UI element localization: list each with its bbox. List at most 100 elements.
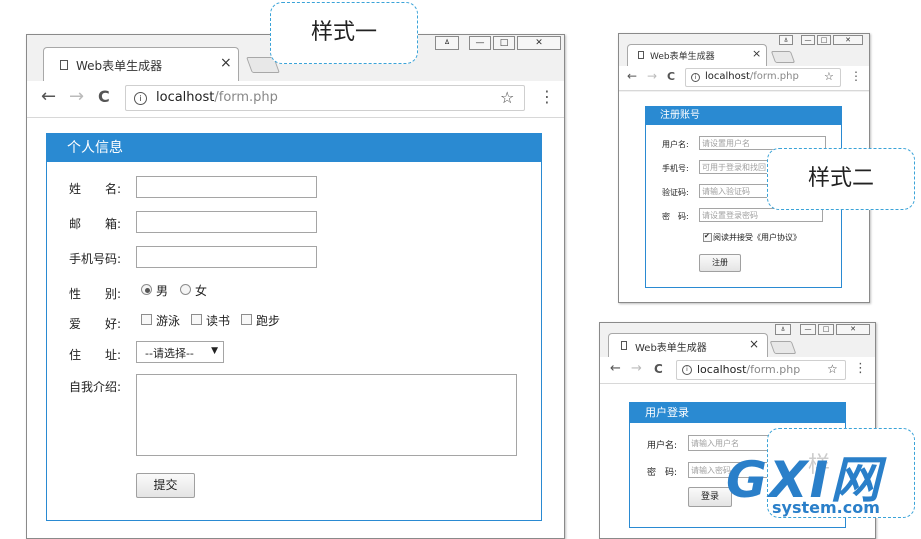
agree-checkbox[interactable]: ✔ (703, 232, 712, 242)
info-icon[interactable]: i (682, 365, 692, 375)
gender-female-label: 女 (195, 284, 208, 298)
browser-menu-icon[interactable]: ⋮ (850, 69, 862, 83)
address-select[interactable]: --请选择-- ▼ (136, 341, 224, 363)
gender-male-label: 男 (156, 284, 169, 298)
new-tab-button[interactable] (770, 51, 796, 63)
window-minimize-button[interactable]: — (800, 324, 816, 335)
email-input[interactable] (136, 211, 317, 233)
back-icon[interactable]: ← (41, 86, 56, 107)
window-maximize-button[interactable]: □ (493, 36, 515, 50)
address-bar[interactable]: i localhost/form.php ☆ (125, 85, 525, 111)
window-maximize-button[interactable]: □ (817, 35, 831, 45)
window-user-button[interactable]: ㅿ (435, 36, 459, 50)
new-tab-button[interactable] (769, 341, 797, 354)
tab-title: Web表单生成器 (76, 59, 163, 73)
tab-close-icon[interactable]: × (220, 55, 232, 71)
url-path: /form.php (746, 363, 801, 376)
back-icon[interactable]: ← (610, 361, 621, 376)
gender-label: 性 别: (69, 287, 122, 301)
browser-toolbar: ← → C i localhost/form.php ☆ ⋮ (600, 357, 875, 384)
browser-tab[interactable]: Web表单生成器 × (43, 47, 239, 81)
name-label: 姓 名: (69, 182, 122, 196)
watermark-domain: system.com (772, 498, 880, 517)
window-minimize-button[interactable]: — (801, 35, 815, 45)
browser-tab[interactable]: Web表单生成器 × (608, 333, 768, 357)
username-placeholder: 请设置用户名 (702, 139, 750, 148)
reload-icon[interactable]: C (654, 362, 663, 376)
phone-input[interactable] (136, 246, 317, 268)
password-input[interactable]: 请设置登录密码 (699, 208, 823, 222)
reload-icon[interactable]: C (667, 70, 675, 83)
form-header: 注册账号 (646, 107, 841, 125)
url-text: localhost/form.php (156, 90, 278, 105)
browser-window-style1: ㅿ — □ ✕ Web表单生成器 × ← → C i localhost/for… (26, 34, 565, 539)
browser-tab[interactable]: Web表单生成器 × (627, 44, 767, 66)
window-user-button[interactable]: ㅿ (779, 35, 793, 45)
hobby-read-label: 读书 (206, 314, 231, 328)
back-icon[interactable]: ← (627, 69, 637, 83)
personal-info-form: 个人信息 姓 名: 邮 箱: 手机号码: 性 别: 男 女 爱 好: 游泳 读书… (46, 133, 542, 521)
code-placeholder: 请输入验证码 (702, 187, 750, 196)
url-host: localhost (705, 71, 750, 82)
window-close-button[interactable]: ✕ (833, 35, 863, 45)
url-path: /form.php (214, 90, 278, 105)
hobby-read-checkbox[interactable] (191, 314, 202, 325)
register-button[interactable]: 注册 (699, 254, 741, 272)
info-icon[interactable]: i (134, 92, 147, 105)
forward-icon[interactable]: → (69, 86, 84, 107)
tab-close-icon[interactable]: × (749, 337, 759, 351)
username-label: 用户名: (647, 441, 678, 451)
hobby-run-label: 跑步 (256, 314, 281, 328)
tab-title: Web表单生成器 (635, 343, 707, 354)
window-close-button[interactable]: ✕ (517, 36, 561, 50)
bookmark-star-icon[interactable]: ☆ (500, 88, 514, 107)
window-user-button[interactable]: ㅿ (775, 324, 791, 335)
bookmark-star-icon[interactable]: ☆ (824, 70, 834, 83)
window-maximize-button[interactable]: □ (818, 324, 834, 335)
forward-icon[interactable]: → (647, 69, 657, 83)
address-bar[interactable]: i localhost/form.php ☆ (685, 68, 841, 87)
window-minimize-button[interactable]: — (469, 36, 491, 50)
gender-male-radio[interactable] (141, 284, 152, 295)
phone-label: 手机号: (662, 164, 689, 173)
browser-menu-icon[interactable]: ⋮ (539, 87, 555, 106)
browser-toolbar: ← → C i localhost/form.php ☆ ⋮ (27, 81, 564, 118)
hobby-swim-checkbox[interactable] (141, 314, 152, 325)
info-icon[interactable]: i (691, 73, 700, 82)
hobby-label: 爱 好: (69, 317, 122, 331)
gender-female-radio[interactable] (180, 284, 191, 295)
address-label: 住 址: (69, 348, 122, 362)
style1-callout: 样式一 (270, 2, 418, 64)
url-path: /form.php (749, 71, 799, 82)
hobby-run-checkbox[interactable] (241, 314, 252, 325)
url-text: localhost/form.php (697, 363, 800, 376)
address-bar[interactable]: i localhost/form.php ☆ (676, 360, 846, 380)
code-label: 验证码: (662, 188, 689, 197)
password-label: 密 码: (647, 468, 678, 478)
site-watermark: GXI网 system.com (722, 438, 892, 530)
bookmark-star-icon[interactable]: ☆ (827, 362, 838, 376)
forward-icon[interactable]: → (631, 361, 642, 376)
tab-close-icon[interactable]: × (752, 47, 761, 60)
address-selected-value: --请选择-- (145, 347, 194, 360)
password-placeholder: 请设置登录密码 (702, 211, 758, 220)
email-label: 邮 箱: (69, 217, 122, 231)
form-header: 个人信息 (47, 134, 541, 162)
phone-placeholder: 可用于登录和找回 (702, 163, 766, 172)
page-icon (60, 60, 68, 70)
form-header: 用户登录 (630, 403, 845, 423)
style2-callout: 样式二 (767, 148, 915, 210)
page-icon (638, 51, 644, 59)
window-close-button[interactable]: ✕ (836, 324, 870, 335)
hobby-swim-label: 游泳 (156, 314, 181, 328)
browser-toolbar: ← → C i localhost/form.php ☆ ⋮ (619, 66, 869, 91)
chevron-down-icon: ▼ (211, 346, 218, 356)
submit-button[interactable]: 提交 (136, 473, 195, 498)
browser-menu-icon[interactable]: ⋮ (854, 361, 867, 376)
page-icon (621, 341, 627, 350)
url-host: localhost (156, 90, 215, 105)
password-label: 密 码: (662, 212, 689, 221)
name-input[interactable] (136, 176, 317, 198)
intro-textarea[interactable] (136, 374, 517, 456)
reload-icon[interactable]: C (98, 87, 110, 106)
